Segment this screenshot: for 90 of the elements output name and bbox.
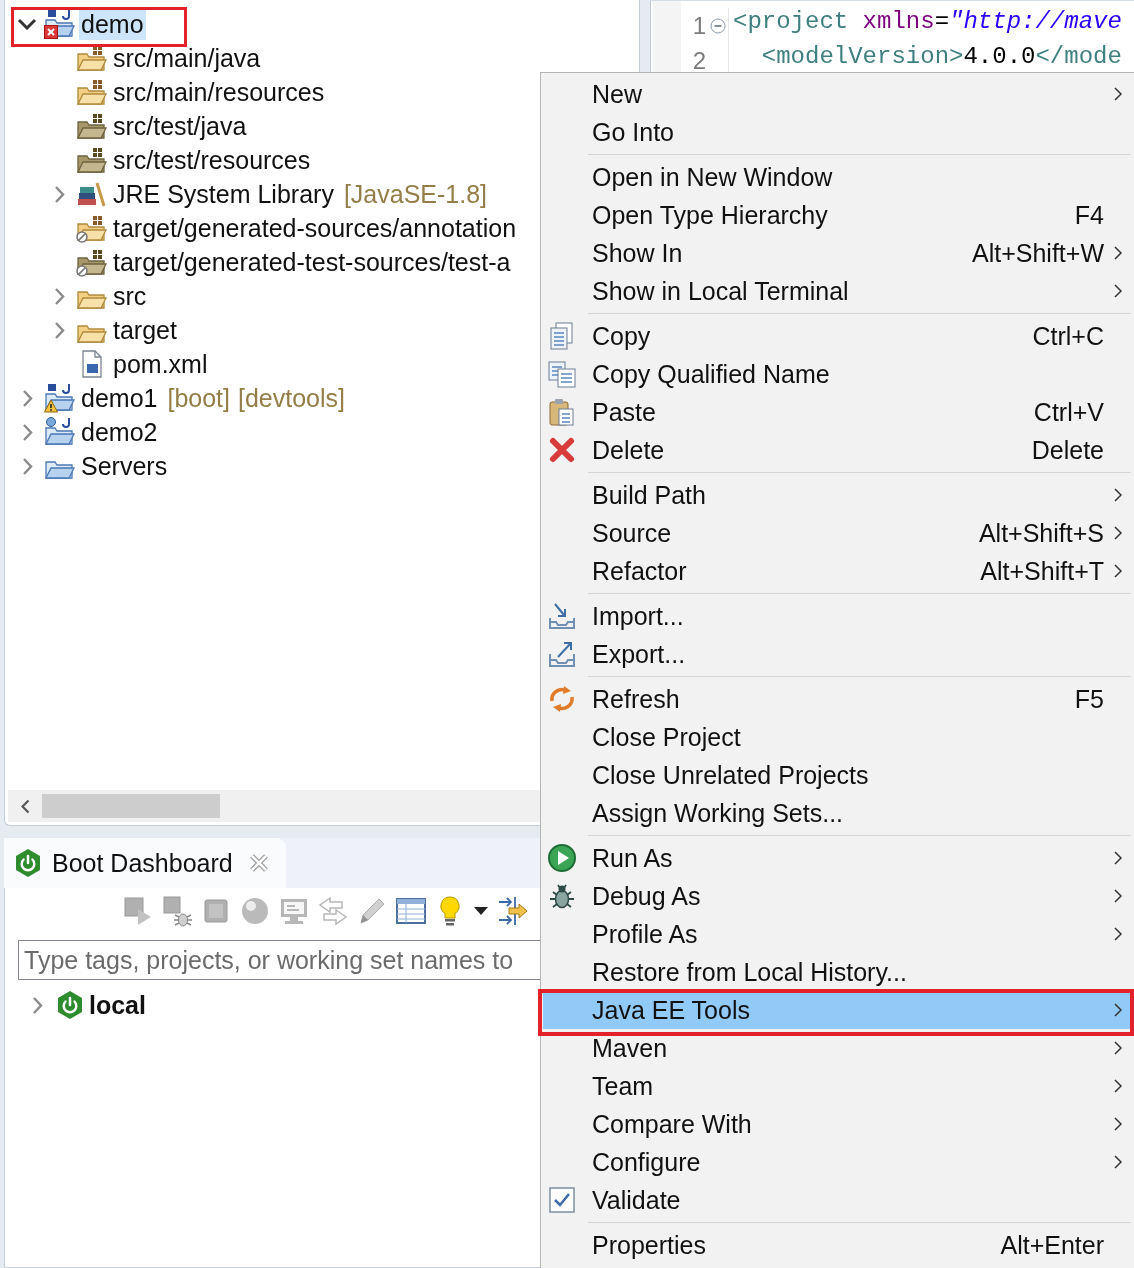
menu-item[interactable]: Build Path xyxy=(543,476,1131,514)
line-number: 2 xyxy=(691,46,707,75)
tree-item[interactable]: demo2 xyxy=(79,416,160,448)
tree-item[interactable]: Servers xyxy=(79,450,170,482)
menu-item[interactable]: Open Type Hierarchy F4 xyxy=(543,196,1131,234)
menu-item[interactable]: Close Project xyxy=(543,718,1131,756)
project-folder-icon xyxy=(44,417,76,447)
scrollbar-thumb[interactable] xyxy=(42,794,220,818)
menu-item[interactable]: Debug As xyxy=(543,877,1131,915)
menu-item[interactable]: New xyxy=(543,75,1131,113)
power-icon xyxy=(14,848,42,878)
menu-item[interactable]: Assign Working Sets... xyxy=(543,794,1131,832)
chevron-right-icon[interactable] xyxy=(53,286,65,306)
refresh-icon xyxy=(547,684,577,714)
table-icon[interactable] xyxy=(395,895,427,927)
tree-item[interactable]: src/main/resources xyxy=(111,76,327,108)
menu-shortcut: Delete xyxy=(1031,435,1104,465)
tree-item[interactable]: demo1 xyxy=(79,382,160,414)
collapse-icon[interactable] xyxy=(710,17,726,34)
chevron-right-icon[interactable] xyxy=(21,422,33,442)
chevron-right-icon[interactable] xyxy=(53,184,65,204)
paste-icon xyxy=(547,397,577,427)
menu-item[interactable]: Java EE Tools xyxy=(543,991,1131,1029)
menu-item[interactable]: Copy Qualified Name xyxy=(543,355,1131,393)
arrows-icon[interactable] xyxy=(496,895,528,927)
power-icon xyxy=(56,990,84,1020)
menu-item[interactable]: Go Into xyxy=(543,113,1131,151)
menu-item[interactable]: Copy Ctrl+C xyxy=(543,317,1131,355)
package-folder-icon xyxy=(76,213,108,243)
tree-item[interactable]: local xyxy=(87,989,148,1021)
tree-item-decoration: [JavaSE-1.8] xyxy=(343,179,488,209)
menu-item[interactable]: Source Alt+Shift+S xyxy=(543,514,1131,552)
tree-item-decoration: [devtools] xyxy=(238,383,346,413)
menu-item[interactable]: Show In Alt+Shift+W xyxy=(543,234,1131,272)
tree-item[interactable]: demo xyxy=(79,8,146,40)
menu-item[interactable]: Maven xyxy=(543,1029,1131,1067)
chevron-right-icon[interactable] xyxy=(21,456,33,476)
play-icon xyxy=(547,843,577,873)
tree-item[interactable]: target/generated-sources/annotation xyxy=(111,212,519,244)
export-icon xyxy=(547,639,577,669)
menu-item[interactable]: Import... xyxy=(543,597,1131,635)
tree-item[interactable]: src xyxy=(111,280,149,312)
caret-icon[interactable] xyxy=(473,906,489,916)
menu-shortcut: Alt+Shift+W xyxy=(972,238,1104,268)
delete-icon xyxy=(547,435,577,465)
tree-item[interactable]: pom.xml xyxy=(111,348,210,380)
close-icon[interactable] xyxy=(248,853,269,873)
tree-item-decoration: [boot] xyxy=(167,383,230,413)
view-tab[interactable]: Boot Dashboard xyxy=(4,838,286,888)
documents-icon xyxy=(547,359,577,389)
tree-item[interactable]: target xyxy=(111,314,179,346)
tree-item[interactable]: JRE System Library xyxy=(111,178,336,210)
chevron-right-icon[interactable] xyxy=(21,388,33,408)
menu-item[interactable]: Refactor Alt+Shift+T xyxy=(543,552,1131,590)
tick-icon xyxy=(547,1185,577,1215)
menu-item[interactable]: Team xyxy=(543,1067,1131,1105)
import-icon xyxy=(547,601,577,631)
menu-shortcut: Ctrl+C xyxy=(1032,321,1104,351)
line-number: 1 xyxy=(691,11,707,40)
menu-shortcut: Alt+Shift+S xyxy=(978,518,1104,548)
menu-item[interactable]: Close Unrelated Projects xyxy=(543,756,1131,794)
scroll-left-icon[interactable] xyxy=(20,798,30,814)
menu-item[interactable]: Validate xyxy=(543,1181,1131,1219)
menu-item[interactable]: Export... xyxy=(543,635,1131,673)
code-line: <project xmlns="http://mave xyxy=(728,8,1122,43)
menu-shortcut: Alt+Enter xyxy=(1000,1230,1104,1260)
menu-shortcut: Ctrl+V xyxy=(1033,397,1104,427)
package-folder-icon xyxy=(76,111,108,141)
chevron-right-icon[interactable] xyxy=(53,320,65,340)
menu-item[interactable]: Show in Local Terminal xyxy=(543,272,1131,310)
menu-item[interactable]: Run As xyxy=(543,839,1131,877)
menu-item[interactable]: Delete Delete xyxy=(543,431,1131,469)
menu-item[interactable]: Paste Ctrl+V xyxy=(543,393,1131,431)
tree-item[interactable]: src/test/resources xyxy=(111,144,313,176)
tree-item[interactable]: target/generated-test-sources/test-a xyxy=(111,246,513,278)
tree-item[interactable]: src/main/java xyxy=(111,42,263,74)
menu-item[interactable]: Open in New Window xyxy=(543,158,1131,196)
chevron-right-icon[interactable] xyxy=(31,995,43,1015)
package-folder-icon xyxy=(76,145,108,175)
menu-item[interactable]: Properties Alt+Enter xyxy=(543,1226,1131,1264)
menu-item[interactable]: Compare With xyxy=(543,1105,1131,1143)
menu-shortcut: F4 xyxy=(1074,200,1104,230)
menu-shortcut: F5 xyxy=(1074,684,1104,714)
tree-item[interactable]: src/test/java xyxy=(111,110,249,142)
chevron-down-icon[interactable] xyxy=(17,18,37,30)
menu-shortcut: Alt+Shift+T xyxy=(980,556,1104,586)
package-folder-icon xyxy=(76,247,108,277)
menu-item[interactable]: Refresh F5 xyxy=(543,680,1131,718)
package-folder-icon xyxy=(76,77,108,107)
menu-item[interactable]: Configure xyxy=(543,1143,1131,1181)
